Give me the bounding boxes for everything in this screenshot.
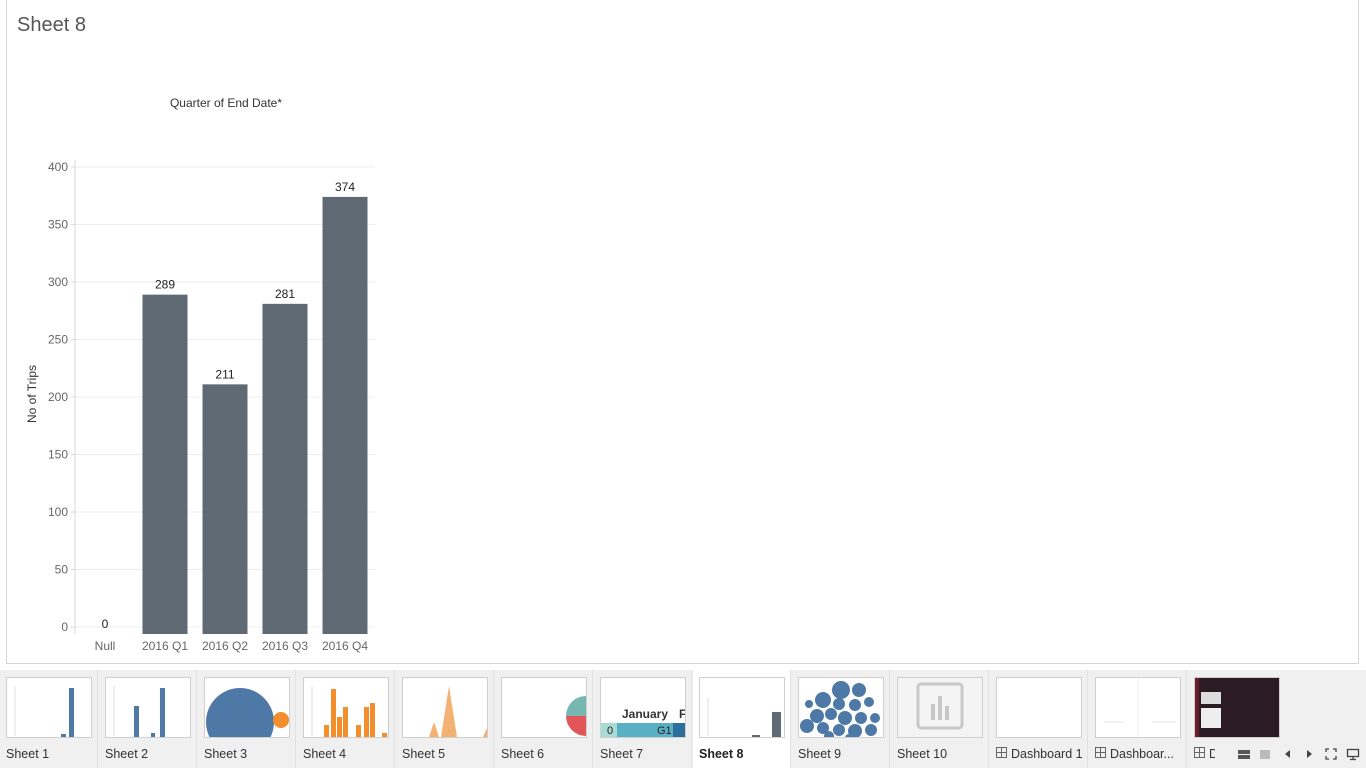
sheet-tab-3[interactable]: Sheet 3 (198, 670, 296, 768)
next-sheet-button[interactable] (1302, 747, 1316, 761)
bar (262, 303, 308, 634)
bar-chart-icon (303, 677, 389, 738)
sheet-tab-9[interactable]: Sheet 9 (792, 670, 890, 768)
bubble-chart-icon (798, 677, 884, 738)
show-tabs-button[interactable] (1258, 747, 1272, 761)
sheet-tab-text: Dashboar... (1110, 747, 1174, 761)
y-tick-label: 400 (48, 160, 68, 174)
thumb-text: G1 (657, 725, 672, 737)
y-tick-label: 250 (48, 333, 68, 347)
area-chart-icon (402, 677, 488, 738)
bar (202, 384, 248, 634)
previous-sheet-button[interactable] (1281, 747, 1295, 761)
pie-chart-icon (501, 677, 587, 738)
y-tick-label: 200 (48, 390, 68, 404)
sheet-tab-11[interactable]: Dashboard 1 (990, 670, 1088, 768)
y-axis-label: No of Trips (25, 365, 39, 423)
sheet-tab-label: D (1194, 747, 1215, 761)
sheet-tab-label: Sheet 3 (204, 747, 294, 761)
sheet-tab-text: D (1209, 747, 1215, 761)
sheet-tab-text: Sheet 2 (105, 747, 149, 761)
fullscreen-icon (1324, 748, 1338, 765)
y-tick-label: 100 (48, 505, 68, 519)
sheet-tab-label: Sheet 4 (303, 747, 393, 761)
highlight-table-icon: January F 0 G1 (600, 677, 686, 738)
empty-chart-icon (897, 677, 983, 738)
sheet-tab-text: Sheet 7 (600, 747, 644, 761)
sheet-tab-2[interactable]: Sheet 2 (99, 670, 197, 768)
presentation-icon (1346, 748, 1360, 765)
sheet-tab-1[interactable]: Sheet 1 (0, 670, 98, 768)
sheet-tab-text: Sheet 1 (6, 747, 50, 761)
y-tick-label: 350 (48, 218, 68, 232)
dashboard-preview-icon (1194, 677, 1280, 738)
show-filmstrip-button[interactable] (1237, 747, 1251, 761)
sheet-tab-label: Dashboar... (1095, 747, 1185, 761)
bar-chart-icon (699, 677, 785, 738)
x-tick-label: 2016 Q2 (202, 639, 248, 653)
bar (142, 294, 188, 634)
sheet-tab-7[interactable]: January F 0 G1 Sheet 7 (594, 670, 692, 768)
thumb-text: January (622, 707, 668, 721)
y-tick-label: 0 (61, 620, 68, 634)
data-label: 211 (215, 367, 234, 381)
sheet-tab-label: Sheet 8 (699, 747, 789, 761)
blank-dashboard-icon (1095, 677, 1181, 738)
bar-chart-icon (6, 677, 92, 738)
x-tick-label: 2016 Q1 (142, 639, 188, 653)
sheet-tab-label: Sheet 5 (402, 747, 492, 761)
sheet-tab-text: Sheet 3 (204, 747, 248, 761)
dashboard-icon (1095, 747, 1106, 758)
data-label: 0 (102, 617, 109, 631)
dashboard-icon (996, 747, 1007, 758)
sheet-tab-label: Sheet 9 (798, 747, 888, 761)
sheet-tab-label: Sheet 7 (600, 747, 690, 761)
data-label: 374 (335, 180, 355, 194)
sheet-tab-label: Dashboard 1 (996, 747, 1086, 761)
circle-chart-icon (204, 677, 290, 738)
sheet-tab-8[interactable]: Sheet 8 (693, 670, 791, 768)
presentation-mode-button[interactable] (1346, 747, 1360, 761)
sheet-tab-text: Dashboard 1 (1011, 747, 1083, 761)
sheet-tab-text: Sheet 9 (798, 747, 842, 761)
sheet-tab-text: Sheet 4 (303, 747, 347, 761)
x-tick-label: 2016 Q3 (262, 639, 308, 653)
arrow-right-icon (1302, 748, 1316, 765)
sheet-tab-5[interactable]: Sheet 5 (396, 670, 494, 768)
chart-title: Quarter of End Date* (170, 96, 282, 110)
bar (322, 196, 368, 634)
sheet-tab-text: Sheet 8 (699, 747, 744, 761)
fullscreen-button[interactable] (1324, 747, 1338, 761)
blank-dashboard-icon (996, 677, 1082, 738)
dashboard-icon (1194, 747, 1205, 758)
data-label: 289 (155, 278, 175, 292)
y-tick-label: 150 (48, 448, 68, 462)
y-tick-label: 50 (55, 563, 69, 577)
sheet-tab-label: Sheet 6 (501, 747, 591, 761)
sheet-tab-text: Sheet 10 (897, 747, 948, 761)
sheet-tab-text: Sheet 6 (501, 747, 545, 761)
thumb-text: F (679, 707, 685, 721)
bar-chart-icon (105, 677, 191, 738)
sheet-tabs-bar: Sheet 1 Sheet 2 Sheet 3 Sheet 4 Sheet 5 Sheet… (0, 670, 1366, 768)
arrow-left-icon (1281, 748, 1295, 765)
sheet-tab-label: Sheet 2 (105, 747, 195, 761)
tabs-icon (1258, 748, 1272, 765)
data-label: 281 (275, 287, 295, 301)
filmstrip-icon (1237, 748, 1251, 765)
sheet-tab-label: Sheet 10 (897, 747, 987, 761)
thumb-text: 0 (607, 725, 613, 737)
sheet-tab-text: Sheet 5 (402, 747, 446, 761)
y-tick-label: 300 (48, 275, 68, 289)
sheet-tab-4[interactable]: Sheet 4 (297, 670, 395, 768)
bar-chart: Quarter of End Date* No of Trips 0 50 100 150… (25, 96, 375, 653)
sheet-tab-6[interactable]: Sheet 6 (495, 670, 593, 768)
sheet-tab-12[interactable]: Dashboar... (1089, 670, 1187, 768)
sheet-tab-label: Sheet 1 (6, 747, 96, 761)
x-tick-label: Null (95, 639, 116, 653)
x-tick-label: 2016 Q4 (322, 639, 368, 653)
sheet-tab-13[interactable]: D (1188, 670, 1280, 768)
sheet-tab-10[interactable]: Sheet 10 (891, 670, 989, 768)
